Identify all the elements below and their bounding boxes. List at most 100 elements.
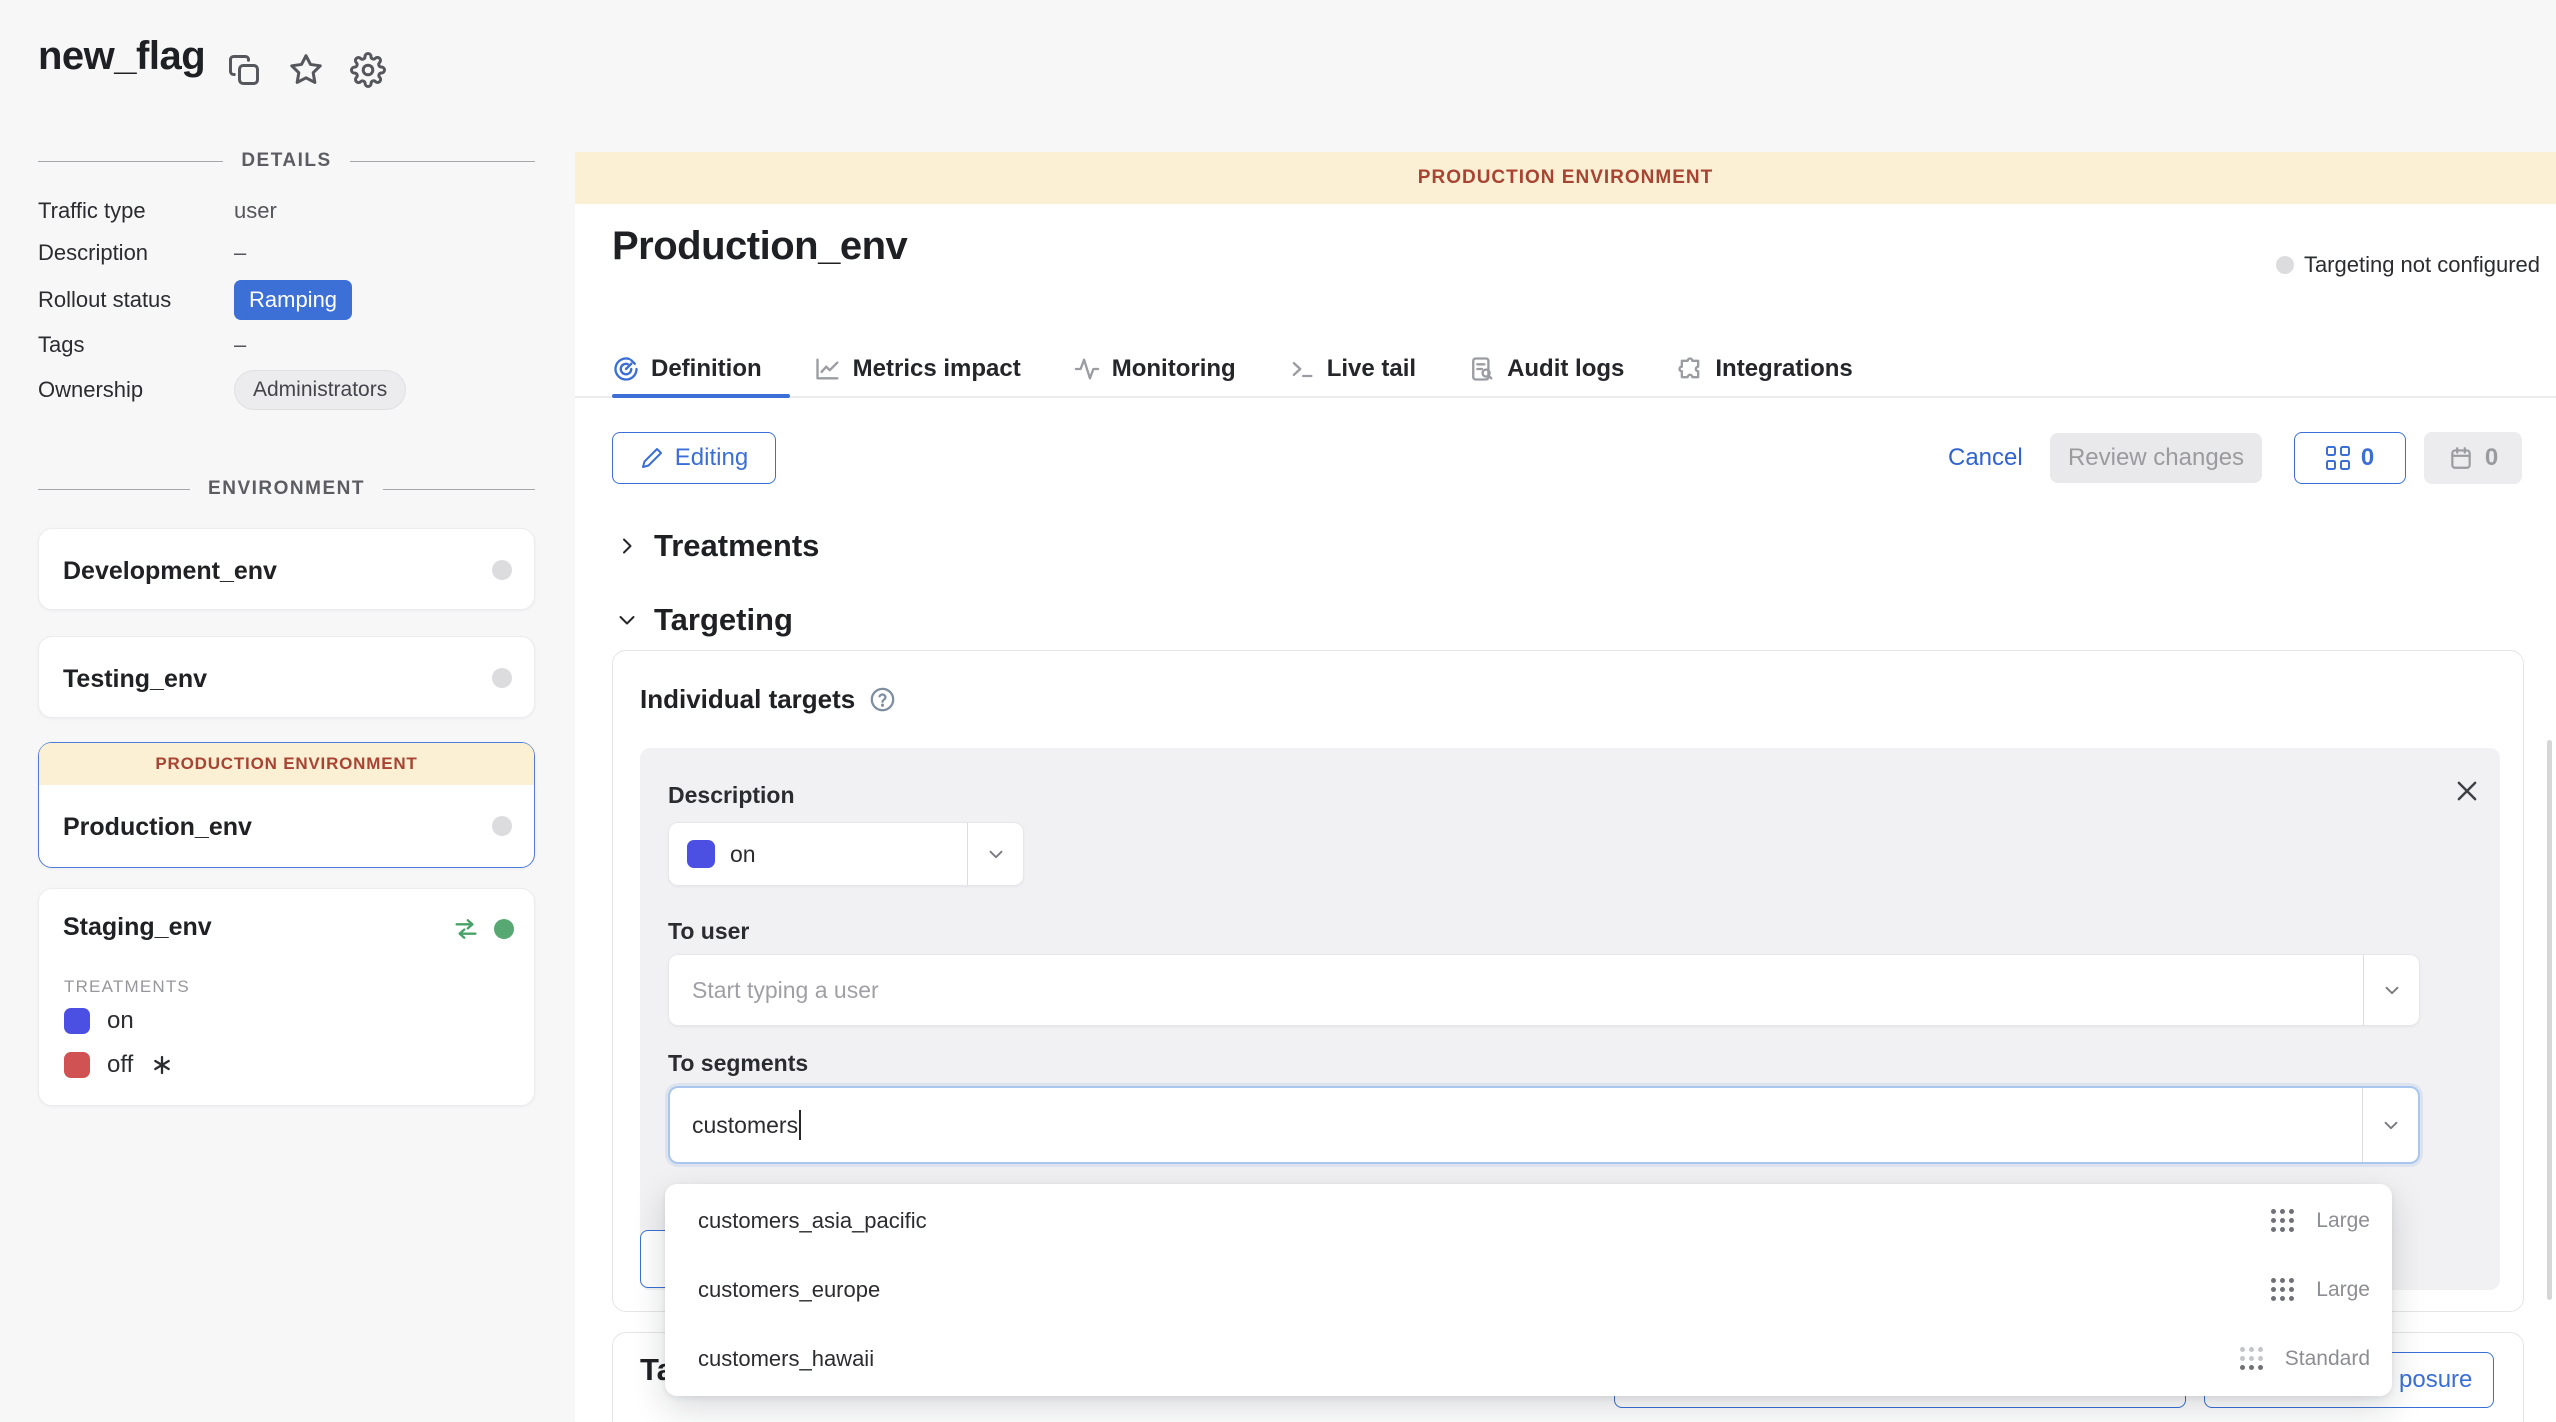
traffic-type-value: user <box>234 198 277 224</box>
env-name: Staging_env <box>63 913 212 942</box>
chevron-down-icon <box>615 608 639 632</box>
pulse-icon <box>1073 355 1101 383</box>
treatment-off-row: off <box>64 1051 174 1079</box>
close-icon[interactable] <box>2452 776 2482 806</box>
description-field-label: Description <box>668 782 795 809</box>
detail-row-traffic-type: Traffic type user <box>38 198 535 224</box>
production-environment-banner: PRODUCTION ENVIRONMENT <box>575 152 2556 204</box>
to-user-combobox <box>668 954 2420 1026</box>
definition-target-icon <box>612 355 640 383</box>
segment-option[interactable]: customers_asia_pacific Large <box>665 1186 2392 1255</box>
rollout-status-label: Rollout status <box>38 287 234 313</box>
review-changes-button[interactable]: Review changes <box>2050 433 2262 483</box>
env-status-dot <box>492 560 512 580</box>
selected-treatment-value: on <box>730 841 967 868</box>
treatments-title: TREATMENTS <box>64 977 190 997</box>
audit-document-icon <box>1468 355 1496 383</box>
combobox-chevron-zone[interactable] <box>2362 1088 2418 1162</box>
detail-row-description: Description – <box>38 240 535 266</box>
tab-integrations[interactable]: Integrations <box>1676 355 1852 383</box>
production-banner: PRODUCTION ENVIRONMENT <box>39 743 534 785</box>
treatment-select[interactable]: on <box>668 822 1024 886</box>
environment-title: Production_env <box>612 224 907 269</box>
pencil-icon <box>640 446 664 470</box>
segment-option[interactable]: customers_europe Large <box>665 1255 2392 1324</box>
env-status-dot <box>492 668 512 688</box>
metrics-chart-icon <box>814 355 842 383</box>
tab-audit-logs[interactable]: Audit logs <box>1468 355 1624 383</box>
tags-label: Tags <box>38 332 234 358</box>
status-dot-icon <box>2276 256 2294 274</box>
environment-divider: ENVIRONMENT <box>38 478 535 500</box>
env-card-testing[interactable]: Testing_env <box>38 636 535 718</box>
description-value: – <box>234 240 246 266</box>
treatment-on-label: on <box>107 1007 134 1035</box>
to-user-field-label: To user <box>668 918 749 945</box>
chevron-down-icon <box>2380 1114 2402 1136</box>
treatment-on-row: on <box>64 1007 134 1035</box>
targeting-status: Targeting not configured <box>2276 252 2540 278</box>
details-divider: DETAILS <box>38 150 535 172</box>
segment-size-label: Large <box>2316 1278 2370 1302</box>
segments-dropdown: customers_asia_pacific Large customers_e… <box>665 1184 2392 1396</box>
environment-section-title: ENVIRONMENT <box>208 478 365 500</box>
segment-size-label: Standard <box>2285 1347 2370 1371</box>
segment-large-icon <box>2271 1209 2294 1232</box>
env-card-production[interactable]: PRODUCTION ENVIRONMENT Production_env <box>38 742 535 868</box>
treatment-off-swatch <box>64 1052 90 1078</box>
treatment-color-swatch <box>687 840 715 868</box>
segment-large-icon <box>2271 1278 2294 1301</box>
star-icon[interactable] <box>288 52 324 88</box>
to-segments-combobox-focused[interactable]: customers <box>668 1086 2420 1164</box>
puzzle-icon <box>1676 355 1704 383</box>
treatments-section-toggle[interactable]: Treatments <box>615 528 819 564</box>
text-cursor <box>799 1110 801 1140</box>
traffic-type-label: Traffic type <box>38 198 234 224</box>
individual-targets-header: Individual targets <box>640 684 896 715</box>
calendar-icon <box>2448 445 2474 471</box>
env-name: Testing_env <box>63 665 207 694</box>
tab-monitoring[interactable]: Monitoring <box>1073 355 1236 383</box>
detail-row-ownership: Ownership Administrators <box>38 370 535 410</box>
detail-row-rollout-status: Rollout status Ramping <box>38 280 535 320</box>
tab-metrics-impact[interactable]: Metrics impact <box>814 355 1021 383</box>
copy-icon[interactable] <box>226 52 262 88</box>
env-name: Production_env <box>63 813 252 842</box>
gear-icon[interactable] <box>350 52 386 88</box>
rollout-status-badge: Ramping <box>234 280 352 320</box>
env-name: Development_env <box>63 557 277 586</box>
tab-definition[interactable]: Definition <box>612 355 762 383</box>
terminal-icon <box>1288 355 1316 383</box>
description-label: Description <box>38 240 234 266</box>
ownership-label: Ownership <box>38 377 234 403</box>
ownership-badge: Administrators <box>234 370 406 410</box>
chevron-down-icon <box>985 843 1007 865</box>
targeting-section-toggle[interactable]: Targeting <box>615 602 793 638</box>
to-segments-input-value[interactable]: customers <box>692 1112 798 1139</box>
treatment-off-label: off <box>107 1051 133 1079</box>
feature-flag-page: new_flag DETAILS Traffic type user Descr… <box>0 0 2556 1422</box>
segment-option[interactable]: customers_hawaii Standard <box>665 1324 2392 1393</box>
env-card-development[interactable]: Development_env <box>38 528 535 610</box>
help-icon[interactable] <box>869 686 896 713</box>
treatment-on-swatch <box>64 1008 90 1034</box>
env-status-dot <box>492 816 512 836</box>
select-chevron-zone[interactable] <box>967 823 1023 885</box>
changes-grid-count-button[interactable]: 0 <box>2294 432 2406 484</box>
default-treatment-asterisk-icon <box>150 1053 174 1077</box>
to-user-input[interactable] <box>692 977 2363 1004</box>
tab-live-tail[interactable]: Live tail <box>1288 355 1416 383</box>
chevron-down-icon <box>2381 979 2403 1001</box>
details-section-title: DETAILS <box>241 150 331 172</box>
detail-row-tags: Tags – <box>38 332 535 358</box>
rules-transfer-icon <box>452 915 480 943</box>
editing-button[interactable]: Editing <box>612 432 776 484</box>
tabs-divider <box>575 396 2556 398</box>
env-card-staging[interactable]: Staging_env TREATMENTS on off <box>38 888 535 1106</box>
scheduled-changes-count-button[interactable]: 0 <box>2424 432 2522 484</box>
vertical-scrollbar-thumb[interactable] <box>2547 740 2552 1300</box>
tags-value: – <box>234 332 246 358</box>
grid-icon <box>2326 446 2350 470</box>
cancel-link[interactable]: Cancel <box>1948 444 2023 472</box>
combobox-chevron-zone[interactable] <box>2363 955 2419 1025</box>
